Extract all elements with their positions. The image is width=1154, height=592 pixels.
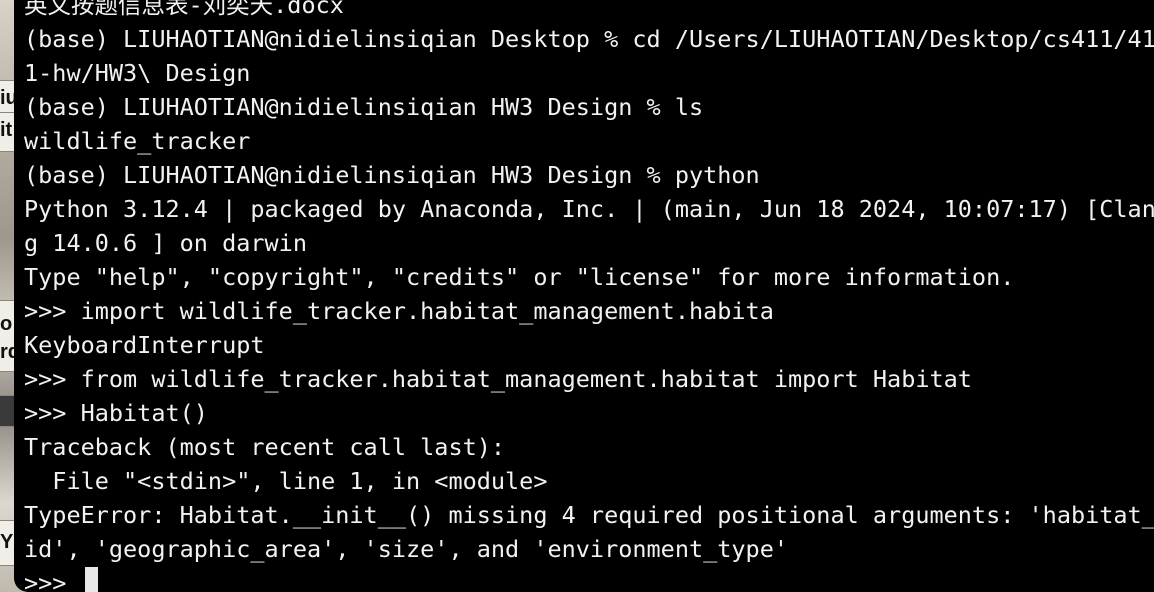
terminal-line: Type "help", "copyright", "credits" or "…: [24, 263, 1015, 291]
terminal-line: (base) LIUHAOTIAN@nidielinsiqian Desktop…: [24, 25, 1154, 53]
terminal-line: >>> Habitat(): [24, 399, 208, 427]
terminal-line: 1-hw/HW3\ Design: [24, 59, 251, 87]
terminal-line: (base) LIUHAOTIAN@nidielinsiqian HW3 Des…: [24, 161, 760, 189]
terminal-line: Python 3.12.4 | packaged by Anaconda, In…: [24, 195, 1154, 223]
terminal-output: 英文按题信息表-刘奕天.docx (base) LIUHAOTIAN@nidie…: [24, 0, 1154, 592]
desktop-fragment-text: o: [0, 313, 13, 335]
terminal-line: wildlife_tracker: [24, 127, 251, 155]
terminal-line: >>> from wildlife_tracker.habitat_manage…: [24, 365, 972, 393]
text-cursor: [84, 567, 98, 592]
terminal-line: id', 'geographic_area', 'size', and 'env…: [24, 535, 789, 563]
terminal-line: >>> import wildlife_tracker.habitat_mana…: [24, 297, 774, 325]
terminal-line: g 14.0.6 ] on darwin: [24, 229, 307, 257]
terminal-line: 英文按题信息表-刘奕天.docx: [24, 0, 344, 19]
terminal-line: TypeError: Habitat.__init__() missing 4 …: [24, 501, 1154, 529]
desktop-fragment-text: it: [0, 119, 13, 141]
python-prompt: >>>: [24, 569, 81, 592]
terminal-line: File "<stdin>", line 1, in <module>: [24, 467, 548, 495]
terminal-line: (base) LIUHAOTIAN@nidielinsiqian HW3 Des…: [24, 93, 704, 121]
terminal-line: KeyboardInterrupt: [24, 331, 265, 359]
terminal-window[interactable]: 英文按题信息表-刘奕天.docx (base) LIUHAOTIAN@nidie…: [14, 0, 1154, 592]
terminal-line: Traceback (most recent call last):: [24, 433, 506, 461]
terminal-input-line[interactable]: >>>: [24, 566, 1154, 592]
